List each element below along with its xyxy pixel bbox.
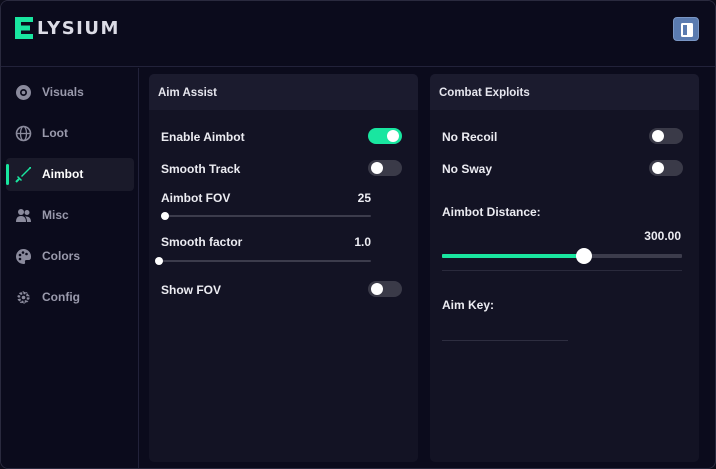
smooth-track-label: Smooth Track — [161, 162, 241, 176]
aimbot-distance-label: Aimbot Distance: — [442, 205, 541, 219]
users-icon — [16, 209, 31, 222]
brand-name: LYSIUM — [37, 17, 120, 39]
slider-fill — [442, 254, 584, 258]
logo-e-icon — [15, 17, 33, 39]
palette-icon — [16, 248, 32, 264]
gear-icon — [17, 291, 30, 304]
toggle-knob — [387, 130, 399, 142]
app-window: LYSIUM Visuals Loot Aimbot Misc Colors C… — [0, 0, 716, 469]
toggle-knob — [652, 162, 664, 174]
slider-thumb[interactable] — [155, 257, 163, 265]
section-divider — [442, 270, 682, 271]
sidebar-item-misc[interactable]: Misc — [6, 199, 134, 232]
show-fov-label: Show FOV — [161, 283, 221, 297]
no-sway-toggle[interactable] — [649, 160, 683, 176]
sidebar-item-label: Visuals — [42, 85, 84, 99]
smooth-track-toggle[interactable] — [368, 160, 402, 176]
sidebar-item-label: Config — [42, 290, 80, 304]
aimbot-fov-slider[interactable] — [161, 212, 371, 220]
panel-header: Aim Assist — [149, 74, 418, 110]
smooth-factor-value: 1.0 — [354, 235, 371, 249]
toggle-knob — [371, 283, 383, 295]
sidebar-item-visuals[interactable]: Visuals — [6, 76, 134, 109]
smooth-factor-label: Smooth factor — [161, 235, 243, 249]
sidebar-item-label: Misc — [42, 208, 69, 222]
sidebar-item-label: Loot — [42, 126, 68, 140]
sidebar-item-config[interactable]: Config — [6, 281, 134, 314]
enable-aimbot-toggle[interactable] — [368, 128, 402, 144]
brand-logo: LYSIUM — [13, 15, 120, 41]
enable-aimbot-label: Enable Aimbot — [161, 130, 245, 144]
sidebar: Visuals Loot Aimbot Misc Colors Config — [1, 68, 139, 468]
no-recoil-toggle[interactable] — [649, 128, 683, 144]
sword-icon — [15, 167, 31, 183]
aimbot-distance-value: 300.00 — [644, 229, 681, 243]
sidebar-item-aimbot[interactable]: Aimbot — [6, 158, 134, 191]
aimbot-fov-value: 25 — [357, 191, 371, 205]
eye-icon — [16, 85, 31, 100]
sidebar-item-label: Aimbot — [42, 167, 84, 181]
slider-thumb[interactable] — [575, 248, 592, 264]
smooth-factor-slider[interactable] — [155, 257, 371, 265]
book-button[interactable] — [673, 17, 699, 41]
aim-key-input[interactable] — [442, 319, 568, 341]
no-recoil-label: No Recoil — [442, 130, 498, 144]
toggle-knob — [652, 130, 664, 142]
panel-header: Combat Exploits — [430, 74, 699, 110]
aim-key-label: Aim Key: — [442, 298, 495, 312]
aimbot-fov-label: Aimbot FOV — [161, 191, 231, 205]
sidebar-item-loot[interactable]: Loot — [6, 117, 134, 150]
panel-title: Aim Assist — [158, 87, 218, 99]
panel-title: Combat Exploits — [439, 87, 530, 99]
no-sway-label: No Sway — [442, 162, 493, 176]
toggle-knob — [371, 162, 383, 174]
globe-icon — [15, 125, 32, 142]
header-bar: LYSIUM — [1, 1, 715, 67]
book-icon — [681, 23, 693, 37]
sidebar-item-label: Colors — [42, 249, 81, 263]
show-fov-toggle[interactable] — [368, 281, 402, 297]
aimbot-distance-slider[interactable] — [442, 248, 682, 264]
sidebar-item-colors[interactable]: Colors — [6, 240, 134, 273]
